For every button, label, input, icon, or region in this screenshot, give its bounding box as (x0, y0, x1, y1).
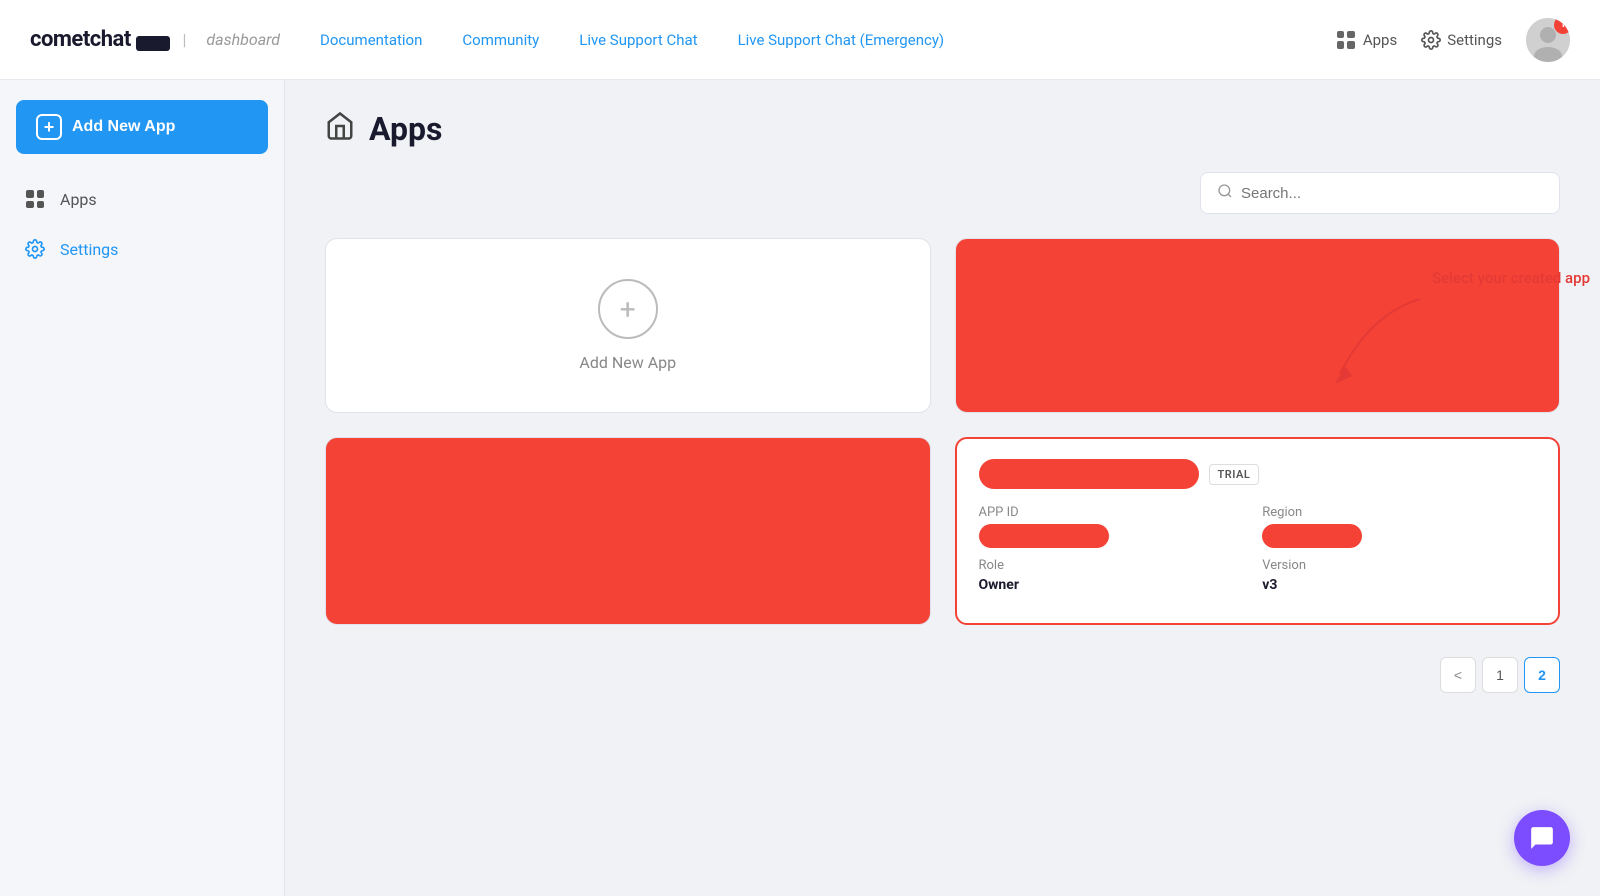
page-header: Apps (325, 110, 1560, 148)
sidebar-apps-label: Apps (60, 190, 97, 209)
nav-links: Documentation Community Live Support Cha… (320, 31, 1337, 49)
home-icon (325, 111, 355, 148)
search-container (325, 172, 1560, 214)
region-label: Region (1262, 505, 1536, 520)
app-name-bar: TRIAL (979, 459, 1537, 489)
role-value: Owner (979, 577, 1253, 593)
apps-icon (24, 188, 46, 210)
add-new-app-card[interactable]: + Add New App (325, 238, 931, 413)
pagination-prev[interactable]: < (1440, 657, 1476, 693)
settings-icon (1421, 30, 1441, 50)
pagination-page-1[interactable]: 1 (1482, 657, 1518, 693)
nav-live-support-emergency[interactable]: Live Support Chat (Emergency) (738, 31, 945, 49)
apps-nav-button[interactable]: Apps (1337, 31, 1397, 49)
sidebar-settings-label: Settings (60, 240, 118, 259)
app-card-detail[interactable]: TRIAL APP ID Region (955, 437, 1561, 625)
app-id-label: APP ID (979, 505, 1253, 520)
sidebar-menu: Apps Settings (0, 174, 284, 274)
chat-icon (1529, 825, 1555, 851)
logo-area: cometchat PRO | dashboard (30, 27, 280, 52)
app-detail-row-2: Role Owner Version v3 (979, 558, 1537, 593)
avatar[interactable]: 1 (1526, 18, 1570, 62)
add-new-app-label: Add New App (72, 118, 175, 136)
app-id-section: APP ID (979, 505, 1253, 548)
main-content: Apps + Add New App (285, 80, 1600, 896)
nav-documentation[interactable]: Documentation (320, 31, 422, 49)
dashboard-label: dashboard (206, 30, 280, 49)
settings-nav-label: Settings (1447, 31, 1502, 49)
add-new-circle-icon: + (598, 279, 658, 339)
app-detail-row-1: APP ID Region (979, 505, 1537, 548)
sidebar: + Add New App Apps Settings (0, 80, 285, 896)
app-id-pill (979, 524, 1109, 548)
header: cometchat PRO | dashboard Documentation … (0, 0, 1600, 80)
app-card-1[interactable] (955, 238, 1561, 413)
app-card-2[interactable] (325, 437, 931, 625)
role-label: Role (979, 558, 1253, 573)
version-section: Version v3 (1262, 558, 1536, 593)
annotation-container: Select your created app (1432, 268, 1590, 287)
pagination-page-2[interactable]: 2 (1524, 657, 1560, 693)
settings-nav-button[interactable]: Settings (1421, 30, 1502, 50)
search-input[interactable] (1241, 185, 1543, 202)
add-icon: + (36, 114, 62, 140)
header-right: Apps Settings 1 (1337, 18, 1570, 62)
version-label: Version (1262, 558, 1536, 573)
logo-name: cometchat (30, 27, 131, 52)
region-section: Region (1262, 505, 1536, 548)
add-new-app-button[interactable]: + Add New App (16, 100, 268, 154)
notification-badge: 1 (1554, 18, 1570, 34)
version-value: v3 (1262, 577, 1536, 593)
apps-grid-icon (1337, 31, 1355, 49)
sidebar-item-apps[interactable]: Apps (0, 174, 284, 224)
nav-community[interactable]: Community (462, 31, 539, 49)
nav-live-support[interactable]: Live Support Chat (579, 31, 697, 49)
app-name-pill (979, 459, 1199, 489)
trial-badge: TRIAL (1209, 464, 1260, 485)
add-new-app-card-label: Add New App (579, 353, 676, 372)
sidebar-settings-icon (24, 238, 46, 260)
region-pill (1262, 524, 1362, 548)
annotation-text: Select your created app (1432, 269, 1590, 287)
pro-badge: PRO (136, 36, 171, 51)
main-layout: + Add New App Apps Settings (0, 80, 1600, 896)
apps-nav-label: Apps (1363, 31, 1397, 49)
search-icon (1217, 183, 1233, 203)
search-box[interactable] (1200, 172, 1560, 214)
pagination: < 1 2 (325, 657, 1560, 693)
sidebar-item-settings[interactable]: Settings (0, 224, 284, 274)
role-section: Role Owner (979, 558, 1253, 593)
page-title: Apps (369, 110, 442, 148)
annotation-arrow (1310, 294, 1430, 394)
chat-button[interactable] (1514, 810, 1570, 866)
logo-text: cometchat PRO (30, 27, 170, 52)
